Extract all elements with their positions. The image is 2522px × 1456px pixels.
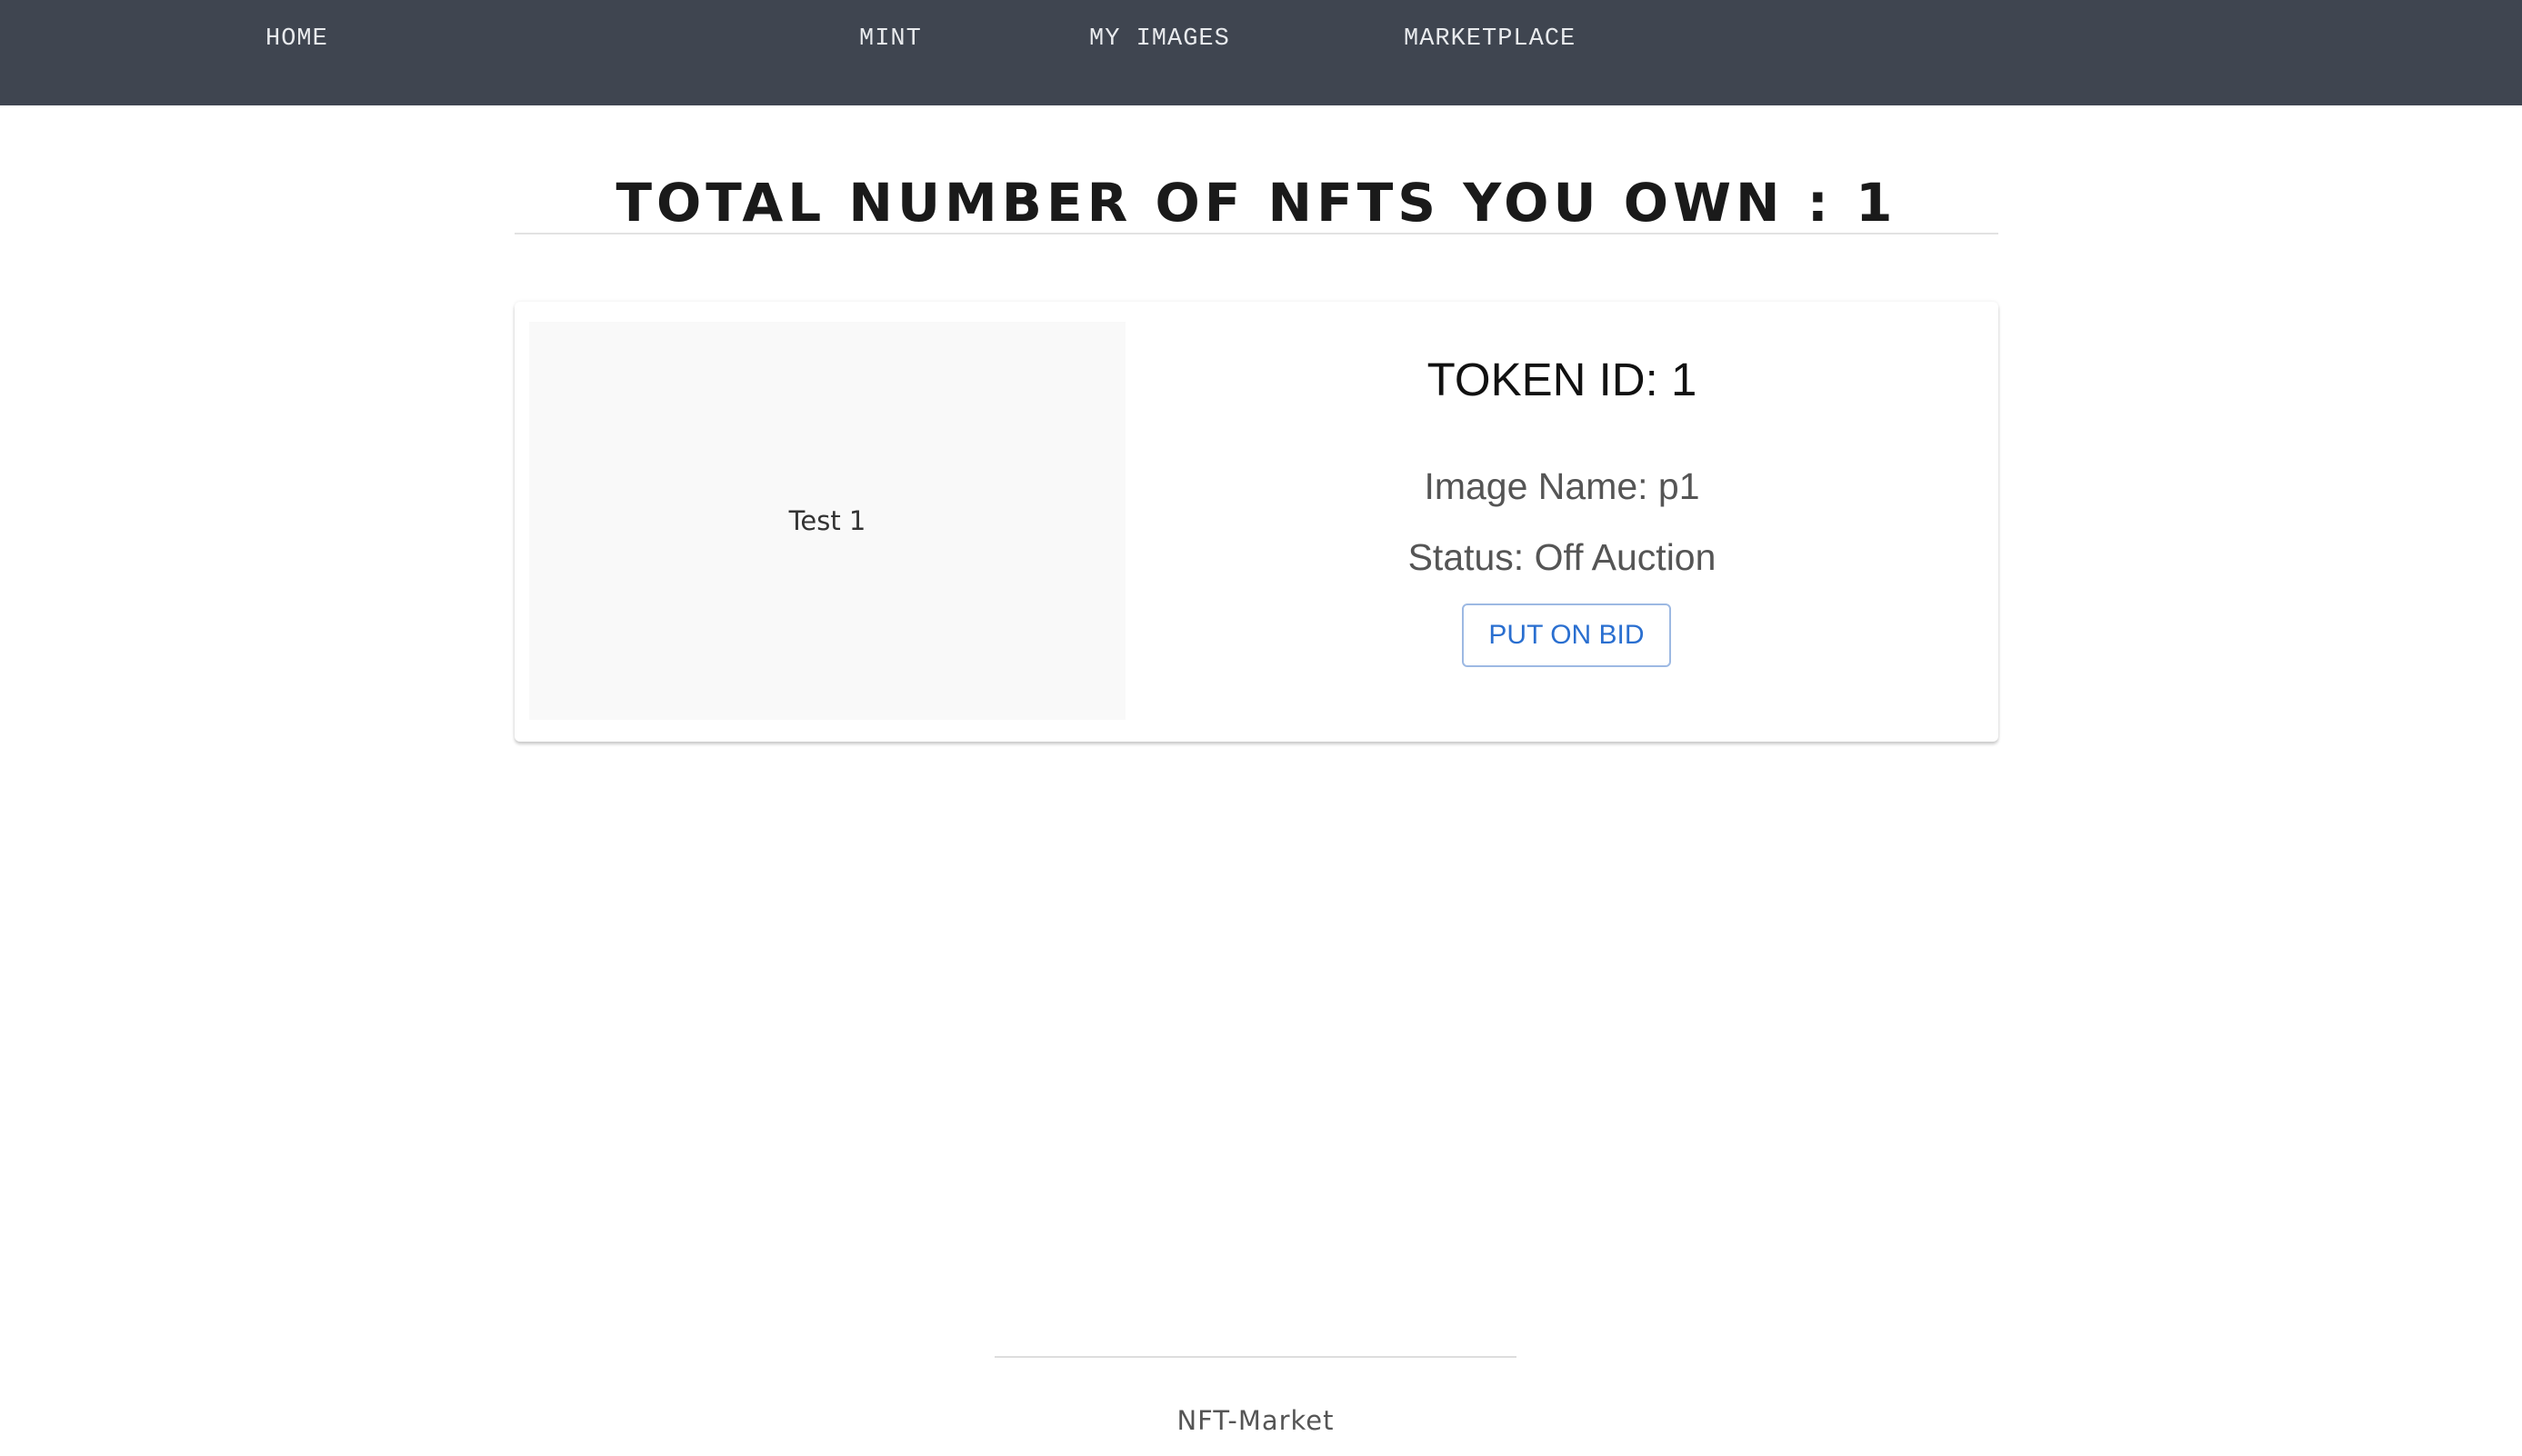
token-id: TOKEN ID: 1 xyxy=(1426,354,1697,405)
nft-card: Test 1 TOKEN ID: 1 Image Name: p1 Status… xyxy=(515,302,1998,742)
nav-link-mint[interactable]: MINT xyxy=(859,25,922,53)
footer-brand: NFT-Market xyxy=(1176,1405,1335,1436)
auction-status: Status: Off Auction xyxy=(1407,536,1716,578)
title-divider xyxy=(515,233,1998,234)
nft-image-label: Test 1 xyxy=(788,505,866,536)
put-on-bid-button[interactable]: PUT ON BID xyxy=(1462,603,1671,667)
nav-link-my-images[interactable]: MY IMAGES xyxy=(1089,25,1230,53)
nav-link-home[interactable]: HOME xyxy=(265,25,328,53)
image-name: Image Name: p1 xyxy=(1424,465,1700,507)
nft-details: TOKEN ID: 1 Image Name: p1 Status: Off A… xyxy=(1126,302,1998,742)
top-navbar: HOME MINT MY IMAGES MARKETPLACE xyxy=(0,0,2522,105)
nft-image: Test 1 xyxy=(529,322,1126,720)
page-title: TOTAL NUMBER OF NFTS YOU OWN : 1 xyxy=(615,171,1897,234)
footer-divider xyxy=(995,1356,1516,1358)
nav-link-marketplace[interactable]: MARKETPLACE xyxy=(1404,25,1576,53)
